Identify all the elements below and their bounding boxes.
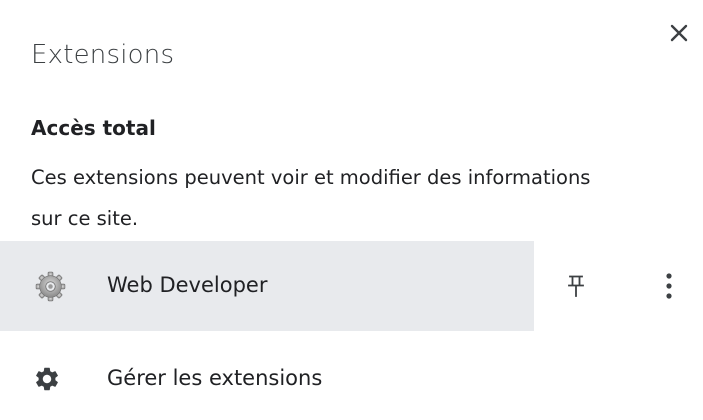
pin-button[interactable] xyxy=(559,268,593,304)
gear-extension-icon xyxy=(35,271,66,302)
extension-row-web-developer[interactable]: Web Developer xyxy=(0,241,703,331)
close-button[interactable] xyxy=(662,16,696,50)
settings-gear-icon xyxy=(36,367,58,391)
close-icon xyxy=(670,24,688,42)
pin-icon xyxy=(568,275,584,297)
extensions-panel: Extensions Accès total Ces extensions pe… xyxy=(0,0,703,420)
section-description: Ces extensions peuvent voir et modifier … xyxy=(31,166,591,230)
extension-menu-button[interactable] xyxy=(652,266,686,306)
more-vert-icon xyxy=(666,273,672,299)
panel-title: Extensions xyxy=(31,40,175,70)
manage-extensions-item[interactable]: Gérer les extensions xyxy=(0,348,703,410)
manage-extensions-label: Gérer les extensions xyxy=(107,366,323,390)
extension-name: Web Developer xyxy=(107,273,268,297)
section-heading: Accès total xyxy=(31,116,156,140)
